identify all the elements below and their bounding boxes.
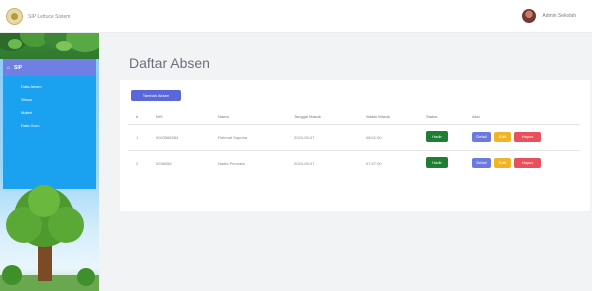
cell-tanggal: 2024-05-07 (294, 135, 315, 140)
status-badge: Hadir (426, 157, 448, 168)
sidebar-item-data-absen[interactable]: Data Absen (21, 84, 42, 89)
sidebar-section-label: SIP (14, 65, 23, 71)
user-avatar (522, 9, 537, 23)
edit-button[interactable]: Edit (494, 132, 511, 142)
user-name: Admin Sekolah (542, 13, 576, 19)
main-content: Daftar Absen Tambah Absen # NIS Nama Tan… (99, 33, 592, 291)
column-header-aksi: Aksi (472, 114, 480, 119)
cell-nis: 0038456 (156, 161, 172, 166)
cell-waktu: 07:47:00 (366, 161, 382, 166)
edit-button[interactable]: Edit (494, 158, 511, 168)
status-badge: Hadir (426, 131, 448, 142)
detail-button[interactable]: Detail (472, 132, 491, 142)
row-divider (128, 150, 580, 151)
column-header-tanggal: Tanggal Masuk (294, 114, 321, 119)
brand[interactable]: SIP Lettuce Sistem (6, 8, 70, 25)
sidebar-menu: ⌂ SIP Data Absen Siswa Materi Data Guru (3, 59, 96, 189)
cell-nama: Nadia Permata (218, 161, 245, 166)
column-header-no: # (136, 114, 139, 119)
cell-no: 1 (136, 135, 139, 140)
tree-illustration (0, 185, 99, 291)
delete-button[interactable]: Hapus (514, 132, 541, 142)
column-header-waktu: Waktu Masuk (366, 114, 391, 119)
app-title: SIP Lettuce Sistem (28, 13, 71, 20)
delete-button[interactable]: Hapus (514, 158, 541, 168)
cell-tanggal: 2024-05-07 (294, 161, 315, 166)
cell-nis: 0003568284 (156, 135, 179, 140)
column-header-nis: NIS (156, 114, 163, 119)
home-icon: ⌂ (7, 65, 11, 71)
school-logo-icon (6, 8, 23, 25)
sidebar-item-siswa[interactable]: Siswa (21, 97, 32, 102)
cell-waktu: 08:01:00 (366, 135, 382, 140)
sidebar-foliage-decoration (0, 33, 99, 59)
column-header-nama: Nama (218, 114, 229, 119)
page-title: Daftar Absen (129, 55, 210, 71)
column-header-status: Status (426, 114, 438, 119)
sidebar-section-header[interactable]: ⌂ SIP (3, 59, 96, 76)
absen-table-card: Tambah Absen # NIS Nama Tanggal Masuk Wa… (120, 80, 590, 211)
user-menu[interactable]: Admin Sekolah (522, 9, 576, 23)
sidebar: ⌂ SIP Data Absen Siswa Materi Data Guru (0, 33, 99, 291)
detail-button[interactable]: Detail (472, 158, 491, 168)
top-navbar: SIP Lettuce Sistem Admin Sekolah (0, 0, 592, 33)
table-header-divider (128, 124, 580, 125)
sidebar-item-data-guru[interactable]: Data Guru (21, 123, 39, 128)
cell-nama: Rahmat Saputra (218, 135, 248, 140)
sidebar-item-materi[interactable]: Materi (21, 110, 32, 115)
add-absen-button[interactable]: Tambah Absen (131, 90, 181, 101)
cell-no: 2 (136, 161, 139, 166)
